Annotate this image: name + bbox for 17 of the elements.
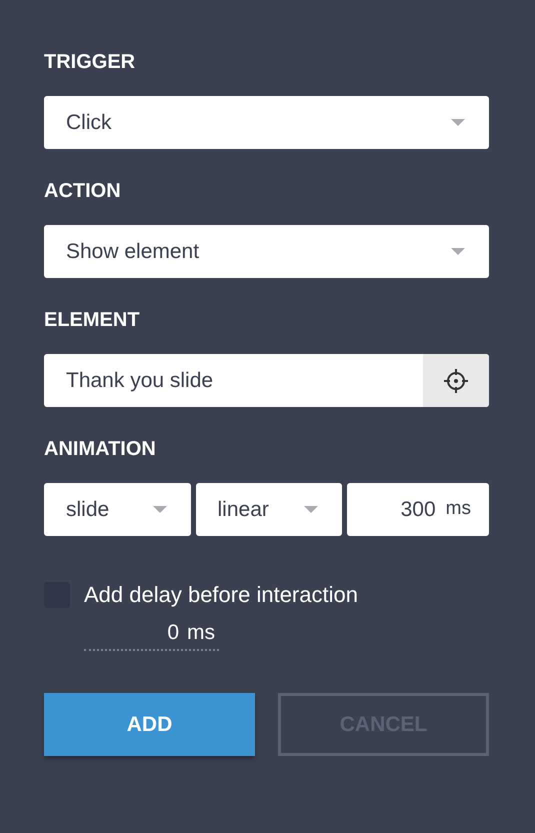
- field-label: ELEMENT: [44, 308, 141, 332]
- crosshair-icon: [443, 368, 469, 394]
- dropdown[interactable]: linear: [196, 483, 342, 536]
- delay-field[interactable]: 0 ms: [84, 617, 219, 651]
- dropdown[interactable]: Show element: [44, 225, 489, 278]
- field-label: ANIMATION: [44, 437, 157, 461]
- field-label: ACTION: [44, 179, 122, 203]
- target-button[interactable]: [423, 354, 489, 407]
- caret-icon: [152, 506, 166, 514]
- caret-icon: [451, 118, 465, 126]
- dropdown[interactable]: Click: [44, 96, 489, 149]
- caret-icon: [451, 248, 465, 256]
- dropdown[interactable]: slide: [44, 483, 190, 536]
- caret-icon: [304, 506, 318, 514]
- duration-field[interactable]: 300 ms: [347, 483, 489, 536]
- field-label: TRIGGER: [44, 50, 136, 74]
- checkbox-label: Add delay before interaction: [84, 581, 358, 609]
